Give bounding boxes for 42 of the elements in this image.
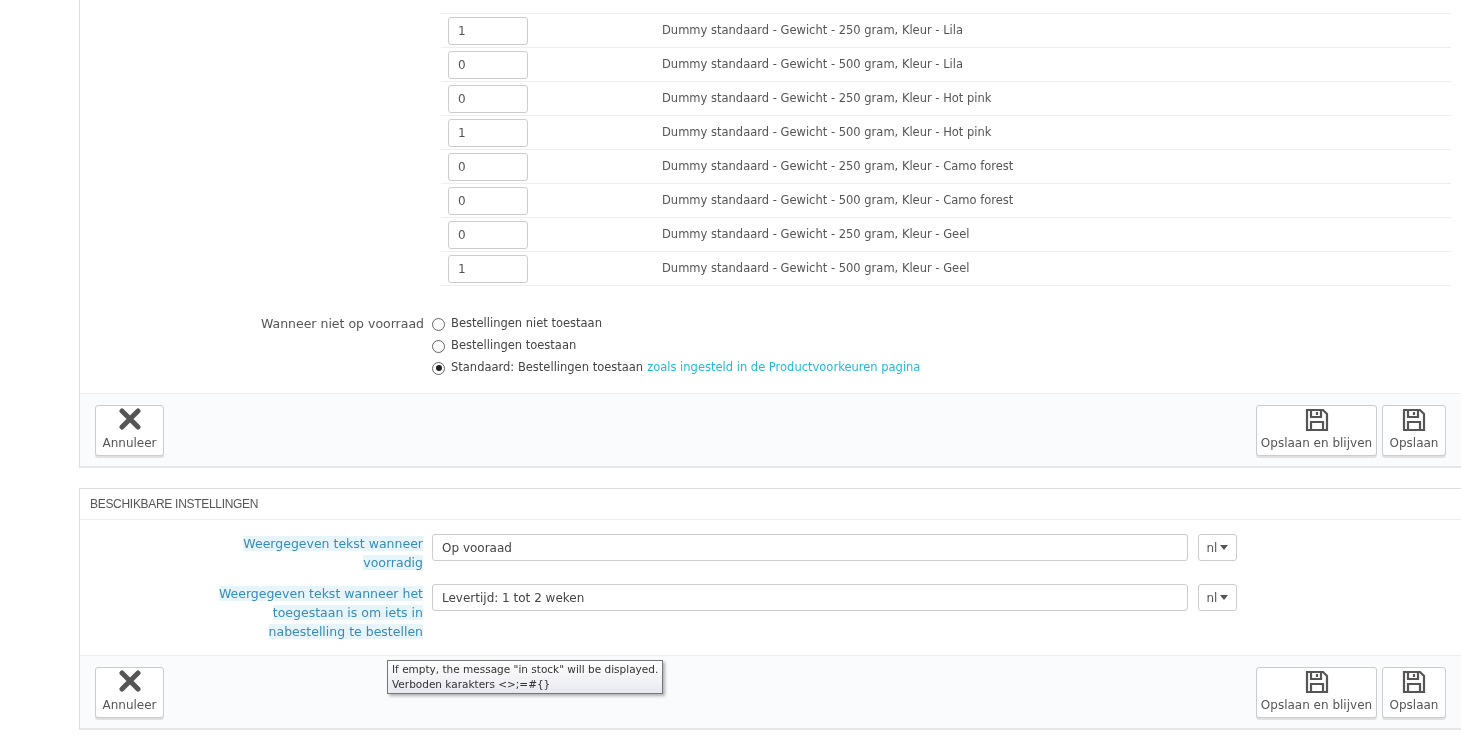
quantity-field[interactable]: 0 (448, 84, 528, 113)
text-field[interactable]: Levertijd: 1 tot 2 weken (432, 584, 1188, 611)
field-label: Wanneer niet op voorraad (259, 315, 425, 333)
close-icon (118, 670, 141, 692)
language-dropdown[interactable]: nl (1198, 584, 1237, 611)
quantity-field[interactable]: 1 (448, 118, 528, 147)
quantity-field[interactable]: 1 (448, 16, 528, 45)
radio-button[interactable] (432, 339, 445, 353)
quantity-field[interactable]: 1 (448, 254, 528, 283)
tooltip-text: If empty, the message "in stock" will be displayed. (392, 662, 659, 677)
combination-name: Dummy standaard - Gewicht - 500 gram, Kleur - Lila (662, 55, 964, 73)
quantity-field[interactable]: 0 (448, 186, 528, 215)
save-and-stay-button[interactable]: Opslaan en blijven (1256, 404, 1377, 456)
quantity-field[interactable]: 0 (448, 152, 528, 181)
save-button[interactable]: Opslaan (1382, 404, 1446, 456)
language-dropdown[interactable]: nl (1198, 534, 1237, 561)
quantity-field[interactable]: 0 (448, 220, 528, 249)
save-button[interactable]: Opslaan (1382, 666, 1446, 718)
combination-name: Dummy standaard - Gewicht - 500 gram, Kleur - Camo forest (662, 191, 1014, 209)
field-label: Weergegeven tekst wanneer het toegestaan is om iets in nabestelling te bestellen (217, 585, 423, 641)
combination-name: Dummy standaard - Gewicht - 500 gram, Kleur - Hot pink (662, 123, 992, 141)
save-and-stay-button[interactable]: Opslaan en blijven (1256, 666, 1377, 718)
radio-label: Standaard: Bestellingen toestaan (451, 359, 644, 377)
caret-icon (1220, 595, 1229, 600)
text-field[interactable]: Op vooraad (432, 534, 1188, 561)
cancel-button[interactable]: Annuleer (95, 666, 164, 718)
combination-name: Dummy standaard - Gewicht - 250 gram, Kleur - Geel (662, 225, 970, 243)
cancel-button[interactable]: Annuleer (95, 404, 164, 456)
radio-label: Bestellingen toestaan (451, 337, 577, 355)
panel-title: BESCHIKBARE INSTELLINGEN (90, 496, 259, 513)
tooltip-text: Verboden karakters <>;=#{} (392, 677, 552, 692)
combination-name: Dummy standaard - Gewicht - 250 gram, Kleur - Hot pink (662, 89, 992, 107)
caret-icon (1220, 545, 1229, 550)
quantity-field[interactable]: 0 (448, 50, 528, 79)
field-label: Weergegeven tekst wanneer voorradig (242, 535, 423, 572)
radio-button[interactable] (432, 361, 445, 375)
close-icon (118, 408, 141, 430)
radio-label: Bestellingen niet toestaan (451, 315, 602, 333)
radio-button[interactable] (432, 317, 445, 331)
combination-name: Dummy standaard - Gewicht - 250 gram, Kleur - Lila (662, 21, 964, 39)
combination-name: Dummy standaard - Gewicht - 250 gram, Kleur - Camo forest (662, 157, 1014, 175)
combination-name: Dummy standaard - Gewicht - 500 gram, Kleur - Geel (662, 259, 970, 277)
